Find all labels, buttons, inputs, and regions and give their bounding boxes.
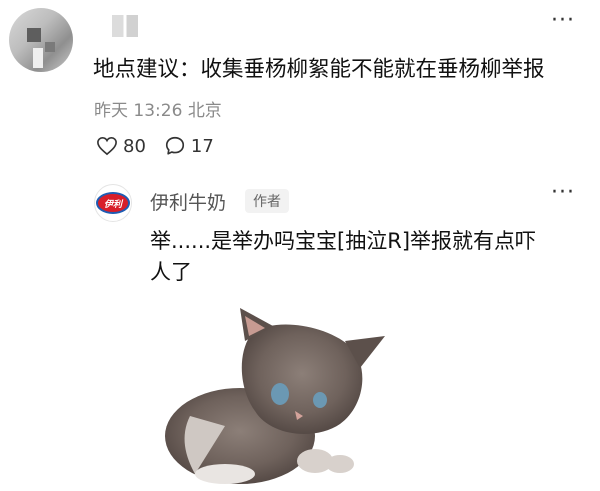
commenter-name-blurred[interactable] [112, 15, 138, 37]
comment-meta: 昨天 13:26 北京 [94, 96, 222, 121]
comment-actions: 80 17 [96, 135, 214, 157]
more-options-icon[interactable]: ··· [551, 10, 575, 32]
author-badge: 作者 [245, 189, 289, 213]
reply-more-options-icon[interactable]: ··· [551, 182, 575, 204]
like-button[interactable]: 80 [96, 136, 146, 157]
reply-button[interactable]: 17 [164, 135, 214, 157]
like-count: 80 [123, 135, 146, 157]
commenter-avatar[interactable] [9, 8, 73, 72]
heart-icon [97, 136, 117, 156]
reply-count: 17 [190, 135, 214, 157]
comment-bubble-icon [165, 136, 184, 155]
yili-logo: 伊利 [96, 192, 130, 214]
comment-location: 北京 [187, 101, 222, 121]
comment-time: 昨天 13:26 [94, 101, 183, 121]
comment-text: 地点建议：收集垂杨柳絮能不能就在垂杨柳举报 [93, 57, 545, 82]
reply-avatar[interactable]: 伊利 [94, 184, 132, 222]
reply-text: 举......是举办吗宝宝[抽泣R]举报就有点吓人了 [150, 229, 537, 284]
kitten-sticker[interactable] [145, 296, 405, 486]
reply-author-name[interactable]: 伊利牛奶 [150, 188, 226, 215]
